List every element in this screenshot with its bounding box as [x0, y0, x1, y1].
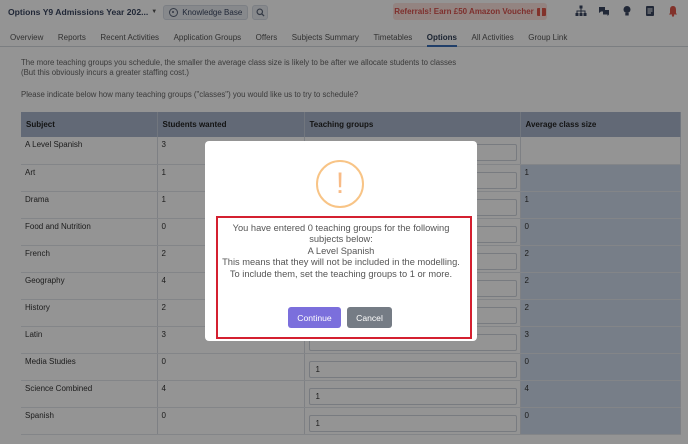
- continue-button[interactable]: Continue: [288, 307, 341, 328]
- cancel-button[interactable]: Cancel: [347, 307, 392, 328]
- warning-line-2: This means that they will not be include…: [222, 257, 460, 279]
- warning-message: You have entered 0 teaching groups for t…: [222, 223, 460, 280]
- warning-line-1: You have entered 0 teaching groups for t…: [232, 223, 450, 245]
- warning-icon: !: [316, 160, 364, 208]
- warning-dialog: ! You have entered 0 teaching groups for…: [205, 141, 477, 341]
- warning-subject: A Level Spanish: [307, 245, 375, 256]
